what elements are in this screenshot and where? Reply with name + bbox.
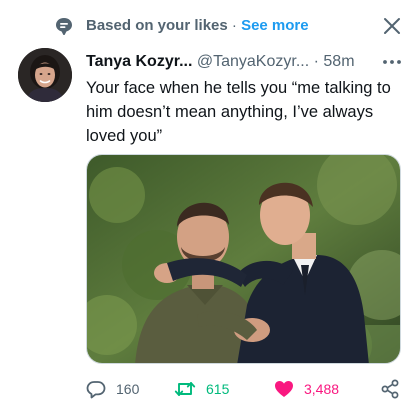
share-button[interactable] (380, 376, 400, 402)
more-icon[interactable] (381, 54, 403, 70)
avatar-image (18, 48, 72, 102)
close-icon[interactable] (381, 15, 403, 37)
retweet-icon (174, 382, 196, 396)
like-count: 3,488 (304, 381, 340, 397)
header-separator: · (313, 53, 319, 70)
reply-icon (86, 381, 106, 399)
tweet-photo[interactable] (86, 154, 401, 364)
retweet-button[interactable]: 615 (174, 376, 229, 402)
tweet-header: Tanya Kozyr... @TanyaKozyr... · 58m (86, 52, 355, 72)
photo-image (87, 155, 400, 363)
retweet-count: 615 (206, 381, 230, 397)
share-icon (381, 379, 399, 399)
reply-button[interactable]: 160 (86, 376, 139, 402)
social-context-row: Based on your likes · See more (0, 0, 420, 50)
see-more-link[interactable]: See more (241, 17, 309, 34)
user-handle[interactable]: @TanyaKozyr... (197, 53, 309, 70)
display-name[interactable]: Tanya Kozyr... (86, 53, 192, 70)
tweet-time[interactable]: 58m (323, 53, 354, 70)
avatar[interactable] (18, 48, 72, 102)
context-separator: · (231, 17, 237, 34)
reply-count: 160 (116, 381, 140, 397)
tweet-text: Your face when he tells you “me talking … (86, 79, 391, 145)
heart-icon (275, 381, 293, 397)
like-button[interactable]: 3,488 (274, 376, 339, 402)
speech-bubble-icon (56, 18, 72, 36)
context-label: Based on your likes (86, 17, 228, 34)
tweet-actions: 160 615 3,488 (86, 376, 404, 402)
social-context-text: Based on your likes · See more (86, 16, 309, 36)
